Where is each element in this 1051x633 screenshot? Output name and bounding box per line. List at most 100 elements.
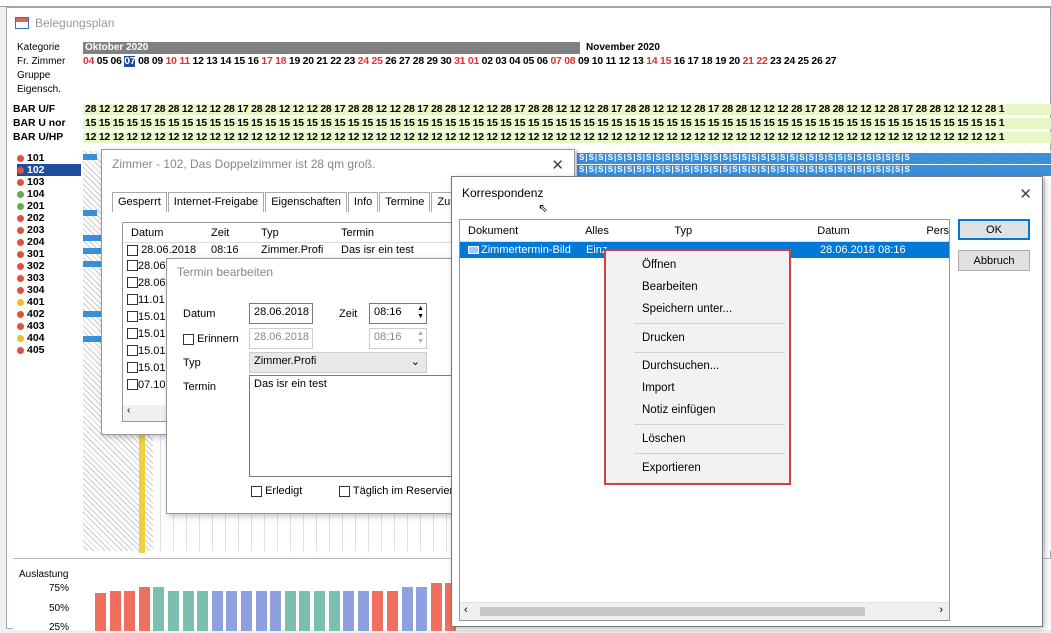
date-cell[interactable]: 06 (537, 56, 548, 67)
menu-bearbeiten[interactable]: Bearbeiten (642, 281, 698, 293)
close-icon[interactable]: ✕ (1019, 185, 1032, 203)
date-cell[interactable]: 16 (248, 56, 259, 67)
date-cell[interactable]: 14 (646, 56, 657, 67)
row-checkbox[interactable] (127, 260, 138, 271)
menu-exportieren[interactable]: Exportieren (642, 462, 701, 474)
date-cell[interactable]: 12 (193, 56, 204, 67)
horizontal-scrollbar[interactable]: ‹ › (460, 602, 949, 620)
erinnern-zeit-field[interactable]: 08:16 ▲ ▼ (369, 328, 427, 349)
date-cell[interactable]: 05 (523, 56, 534, 67)
date-cell[interactable]: 19 (289, 56, 300, 67)
price-row-values[interactable]: 28 12 12 28 17 28 28 12 12 12 28 17 28 2… (83, 104, 1051, 115)
date-cell[interactable]: 05 (97, 56, 108, 67)
row-checkbox[interactable] (127, 244, 138, 256)
date-cell[interactable]: 18 (701, 56, 712, 67)
room-item[interactable]: 301 (17, 248, 81, 260)
close-icon[interactable]: ✕ (551, 156, 564, 174)
booking-203[interactable] (83, 235, 103, 241)
date-cell[interactable]: 25 (798, 56, 809, 67)
price-row-values[interactable]: 12 12 12 12 12 12 12 12 12 12 12 12 12 1… (83, 132, 1051, 143)
date-cell[interactable]: 20 (729, 56, 740, 67)
date-cell[interactable]: 01 (468, 56, 479, 67)
col-dokument[interactable]: Dokument (460, 225, 577, 237)
row-checkbox[interactable] (127, 362, 138, 373)
date-cell[interactable]: 29 (427, 56, 438, 67)
date-cell[interactable]: 13 (632, 56, 643, 67)
date-cell[interactable]: 09 (152, 56, 163, 67)
room-item[interactable]: 304 (17, 284, 81, 296)
erledigt-checkbox[interactable] (251, 485, 262, 497)
date-cell[interactable]: 14 (220, 56, 231, 67)
cancel-button[interactable]: Abbruch (958, 250, 1030, 271)
menu-oeffnen[interactable]: Öffnen (642, 259, 676, 271)
col-alles[interactable]: Alles (577, 225, 666, 237)
tab-eigenschaften[interactable]: Eigenschaften (265, 192, 347, 212)
chevron-right-icon[interactable]: › (939, 604, 943, 616)
room-item[interactable]: 103 (17, 176, 81, 188)
booking-402[interactable] (83, 336, 103, 342)
date-cell[interactable]: 02 (482, 56, 493, 67)
typ-select[interactable]: Zimmer.Profi ⌄ (249, 352, 427, 373)
col-typ[interactable]: Typ (666, 225, 809, 237)
date-cell[interactable]: 25 (372, 56, 383, 67)
room-item[interactable]: 404 (17, 332, 81, 344)
date-cell[interactable]: 17 (688, 56, 699, 67)
room-item[interactable]: 203 (17, 224, 81, 236)
room-item[interactable]: 401 (17, 296, 81, 308)
date-cell[interactable]: 24 (358, 56, 369, 67)
room-item[interactable]: 302 (17, 260, 81, 272)
booking-204[interactable] (83, 248, 103, 254)
date-cell[interactable]: 07 (124, 56, 136, 67)
date-cell[interactable]: 15 (660, 56, 671, 67)
date-cell[interactable]: 31 (454, 56, 465, 67)
col-pers[interactable]: Pers (918, 225, 949, 237)
date-cell[interactable]: 26 (385, 56, 396, 67)
booking-strip-102[interactable]: S|S|S|S|S|S|S|S|S|S|S|S|S|S|S|S|S|S|S|S|… (577, 165, 1051, 176)
date-cell[interactable]: 26 (811, 56, 822, 67)
menu-drucken[interactable]: Drucken (642, 332, 685, 344)
date-cell[interactable]: 30 (440, 56, 451, 67)
date-cell[interactable]: 22 (330, 56, 341, 67)
date-cell[interactable]: 15 (234, 56, 245, 67)
room-item[interactable]: 104 (17, 188, 81, 200)
datum-field[interactable]: 28.06.2018 (249, 303, 313, 324)
date-cell[interactable]: 11 (606, 56, 617, 67)
col-zeit[interactable]: Zeit (205, 227, 255, 239)
booking-201[interactable] (83, 210, 97, 216)
col-typ[interactable]: Typ (255, 227, 335, 239)
date-cell[interactable]: 21 (743, 56, 754, 67)
room-item[interactable]: 204 (17, 236, 81, 248)
room-item[interactable]: 201 (17, 200, 81, 212)
date-cell[interactable]: 20 (303, 56, 314, 67)
termin-textarea[interactable]: Das isr ein test (249, 375, 459, 477)
date-cell[interactable]: 24 (784, 56, 795, 67)
tab-gesperrt[interactable]: Gesperrt (112, 192, 167, 212)
date-cell[interactable]: 10 (166, 56, 177, 67)
date-cell[interactable]: 21 (316, 56, 327, 67)
date-cell[interactable]: 12 (619, 56, 630, 67)
chevron-left-icon[interactable]: ‹ (464, 604, 468, 616)
menu-speichern-unter[interactable]: Speichern unter... (642, 303, 732, 315)
col-termin[interactable]: Termin (335, 227, 374, 239)
date-cell[interactable]: 08 (564, 56, 575, 67)
scroll-thumb[interactable] (480, 607, 865, 616)
menu-durchsuchen[interactable]: Durchsuchen... (642, 360, 719, 372)
date-cell[interactable]: 28 (413, 56, 424, 67)
date-cell[interactable]: 10 (592, 56, 603, 67)
table-row[interactable]: 28.06.2018 08:16 Zimmer.Profi Das isr ei… (123, 243, 451, 257)
date-cell[interactable]: 09 (578, 56, 589, 67)
menu-import[interactable]: Import (642, 382, 675, 394)
booking-301[interactable] (83, 261, 103, 267)
date-cell[interactable]: 18 (275, 56, 286, 67)
row-checkbox[interactable] (127, 345, 138, 356)
tab-internet-freigabe[interactable]: Internet-Freigabe (167, 192, 265, 212)
booking-strip-101[interactable]: S|S|S|S|S|S|S|S|S|S|S|S|S|S|S|S|S|S|S|S|… (577, 153, 1051, 164)
room-item[interactable]: 102 (17, 164, 81, 176)
menu-loeschen[interactable]: Löschen (642, 433, 685, 445)
booking-101[interactable] (83, 154, 97, 160)
room-item[interactable]: 405 (17, 344, 81, 356)
date-cell[interactable]: 19 (715, 56, 726, 67)
row-checkbox[interactable] (127, 379, 138, 390)
spinner-icon[interactable]: ▲ ▼ (417, 305, 424, 321)
date-cell[interactable]: 04 (509, 56, 520, 67)
